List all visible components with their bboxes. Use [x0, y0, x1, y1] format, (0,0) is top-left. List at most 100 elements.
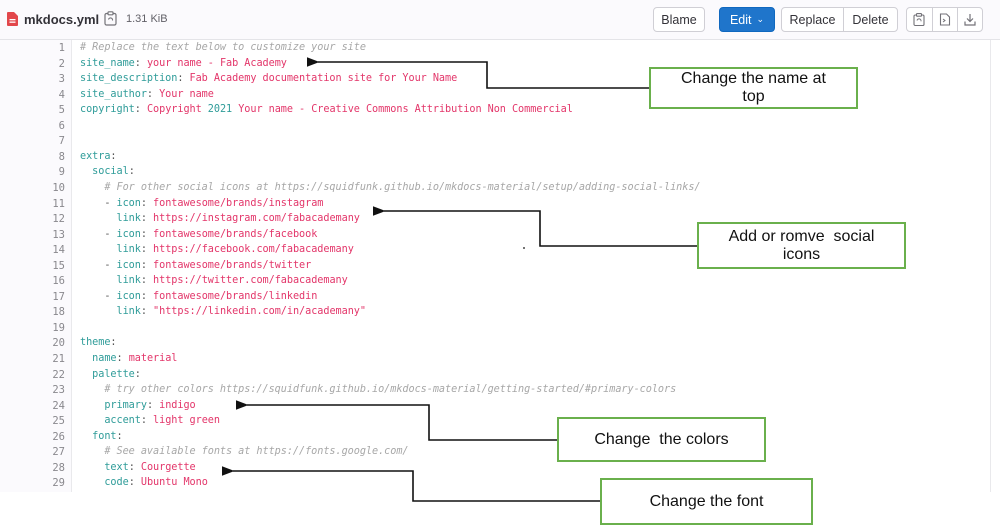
- code-line: - icon: fontawesome/brands/linkedin: [80, 291, 317, 302]
- code-line: site_author: Your name: [80, 89, 214, 100]
- line-number[interactable]: 20: [25, 337, 65, 349]
- yaml-key: social: [92, 166, 129, 178]
- line-number[interactable]: 26: [25, 431, 65, 443]
- yaml-punct: [80, 400, 104, 411]
- line-number[interactable]: 9: [25, 166, 65, 178]
- blame-button[interactable]: Blame: [653, 7, 705, 32]
- line-number[interactable]: 1: [25, 42, 65, 54]
- yaml-value: "https://linkedin.com/in/academany": [153, 306, 366, 318]
- yaml-punct: [80, 353, 92, 364]
- yaml-punct: :: [146, 399, 160, 411]
- annotation-text: Change the font: [649, 492, 764, 510]
- yaml-key: icon: [116, 228, 141, 240]
- file-tools-group: [906, 7, 983, 32]
- file-name: mkdocs.yml: [24, 12, 100, 27]
- yaml-key: icon: [116, 290, 141, 302]
- yaml-key: site_name: [80, 57, 135, 69]
- line-number[interactable]: 10: [25, 182, 65, 194]
- line-number[interactable]: 5: [25, 104, 65, 116]
- yaml-key: link: [116, 275, 141, 287]
- yaml-punct: :: [140, 275, 154, 287]
- delete-button[interactable]: Delete: [842, 8, 897, 31]
- code-line: link: https://instagram.com/fabacademany: [80, 213, 360, 224]
- annotation-text: Add or romve social icons: [728, 227, 879, 263]
- yaml-punct: -: [80, 228, 117, 240]
- yaml-value: https://instagram.com/fabacademany: [153, 213, 360, 225]
- yaml-key: site_description: [80, 73, 178, 85]
- code-line: # Replace the text below to customize yo…: [80, 42, 366, 53]
- replace-label: Replace: [789, 12, 836, 27]
- open-raw-button[interactable]: [931, 8, 957, 31]
- replace-button[interactable]: Replace: [782, 8, 843, 31]
- line-number[interactable]: 24: [25, 400, 65, 412]
- yaml-value: https://facebook.com/fabacademany: [153, 244, 354, 256]
- yaml-key: 2021: [207, 104, 233, 116]
- download-button[interactable]: [956, 8, 982, 31]
- annotation-name-at-top: Change the name at top: [649, 67, 858, 109]
- copy-path-icon[interactable]: [104, 11, 117, 26]
- line-number[interactable]: 22: [25, 369, 65, 381]
- code-line: font:: [80, 431, 122, 442]
- line-number[interactable]: 13: [25, 229, 65, 241]
- line-number[interactable]: 16: [25, 275, 65, 287]
- line-number[interactable]: 14: [25, 244, 65, 256]
- yaml-key: text: [104, 461, 129, 473]
- copy-contents-button[interactable]: [907, 8, 932, 31]
- line-number[interactable]: 27: [25, 446, 65, 458]
- line-number[interactable]: 15: [25, 260, 65, 272]
- line-number[interactable]: 29: [25, 477, 65, 489]
- code-line: site_description: Fab Academy documentat…: [80, 73, 457, 84]
- yaml-punct: [80, 431, 92, 442]
- yaml-key: link: [116, 306, 141, 318]
- line-number[interactable]: 6: [25, 120, 65, 132]
- line-number[interactable]: 11: [25, 198, 65, 210]
- yaml-value: indigo: [159, 399, 196, 411]
- yaml-punct: :: [140, 290, 154, 302]
- code-line: copyright: Copyright 2021 Your name - Cr…: [80, 104, 573, 115]
- copy-contents-icon: [913, 13, 926, 26]
- yaml-key: site_author: [80, 88, 147, 100]
- yaml-punct: :: [140, 415, 154, 427]
- line-number[interactable]: 12: [25, 213, 65, 225]
- yaml-key: palette: [92, 368, 135, 380]
- yaml-value: fontawesome/brands/linkedin: [153, 290, 318, 302]
- line-number[interactable]: 17: [25, 291, 65, 303]
- line-number[interactable]: 8: [25, 151, 65, 163]
- line-number[interactable]: 23: [25, 384, 65, 396]
- open-raw-icon: [939, 13, 951, 26]
- line-number[interactable]: 2: [25, 58, 65, 70]
- code-line: site_name: your name - Fab Academy: [80, 58, 287, 69]
- line-number[interactable]: 7: [25, 135, 65, 147]
- yaml-comment: # For other social icons at https://squi…: [80, 181, 701, 193]
- code-line: primary: indigo: [80, 399, 196, 411]
- annotation-text: Change the name at top: [681, 70, 826, 105]
- code-line: # try other colors https://squidfunk.git…: [80, 384, 676, 395]
- code-line: text: Courgette: [80, 461, 196, 473]
- yaml-comment: # See available fonts at https://fonts.g…: [80, 446, 409, 458]
- yaml-punct: :: [146, 88, 160, 100]
- file-size: 1.31 KiB: [126, 13, 168, 25]
- file-icon: [7, 12, 18, 26]
- yaml-value: fontawesome/brands/twitter: [153, 259, 312, 271]
- line-number[interactable]: 3: [25, 73, 65, 85]
- line-number[interactable]: 18: [25, 306, 65, 318]
- yaml-punct: :: [110, 150, 117, 162]
- line-number[interactable]: 21: [25, 353, 65, 365]
- yaml-value: fontawesome/brands/facebook: [153, 228, 318, 240]
- line-number[interactable]: 4: [25, 89, 65, 101]
- line-number[interactable]: 28: [25, 462, 65, 474]
- annotation-text: Change the colors: [594, 430, 729, 448]
- line-number[interactable]: 25: [25, 415, 65, 427]
- chevron-down-icon: ⌄: [756, 14, 765, 24]
- annotation-font: Change the font: [600, 478, 813, 525]
- yaml-key: code: [104, 477, 129, 489]
- code-line: - icon: fontawesome/brands/instagram: [80, 198, 323, 209]
- line-number[interactable]: 19: [25, 322, 65, 334]
- yaml-value: Courgette: [140, 461, 196, 473]
- code-line: accent: light green: [80, 415, 220, 426]
- yaml-punct: [80, 462, 104, 473]
- edit-button[interactable]: Edit ⌄: [719, 7, 775, 32]
- yaml-key: accent: [104, 415, 141, 427]
- code-line: # See available fonts at https://fonts.g…: [80, 446, 409, 458]
- code-line: link: https://facebook.com/fabacademany: [80, 244, 354, 255]
